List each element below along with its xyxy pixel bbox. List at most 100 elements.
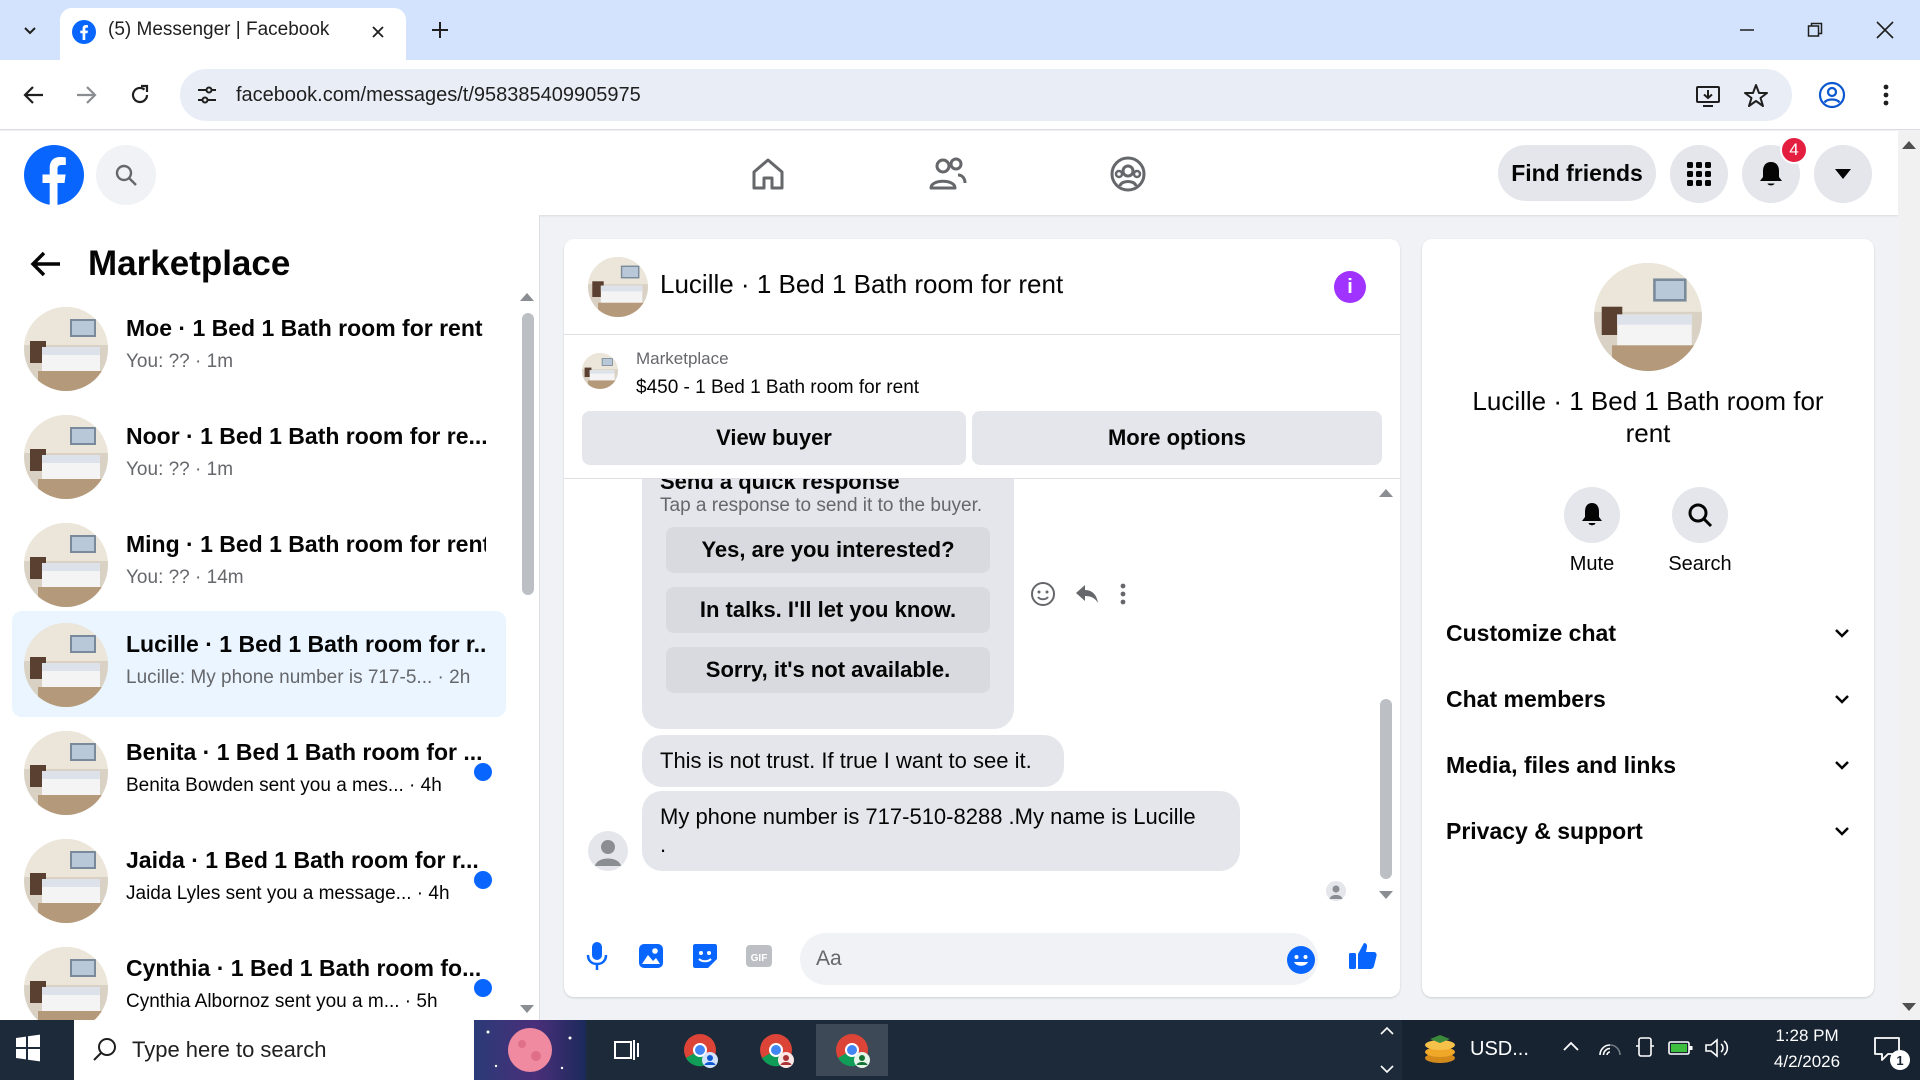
privacy-support-section[interactable]: Privacy & support	[1446, 811, 1850, 851]
site-settings-icon[interactable]	[194, 82, 220, 108]
back-arrow-icon[interactable]	[28, 246, 64, 282]
room-photo-avatar[interactable]	[1594, 263, 1702, 371]
message-bubble[interactable]: This is not trust. If true I want to see…	[642, 735, 1064, 787]
media-files-links-section[interactable]: Media, files and links	[1446, 745, 1850, 785]
volume-icon[interactable]	[1704, 1036, 1730, 1060]
currency-widget-icon[interactable]	[1422, 1034, 1458, 1066]
search-in-chat-button[interactable]: Search	[1650, 487, 1750, 576]
attach-photo-icon[interactable]	[634, 939, 668, 973]
chat-members-section[interactable]: Chat members	[1446, 679, 1850, 719]
page-scrollbar[interactable]	[1898, 131, 1920, 1020]
message-bubble[interactable]: My phone number is 717-510-8288 .My name…	[642, 791, 1240, 871]
tab-search-button[interactable]	[10, 10, 50, 50]
info-icon[interactable]: i	[1334, 271, 1366, 303]
room-photo-avatar[interactable]	[588, 257, 648, 317]
customize-chat-section[interactable]: Customize chat	[1446, 613, 1850, 653]
conversation-item[interactable]: Benita · 1 Bed 1 Bath room for ... Benit…	[12, 719, 506, 825]
clock-time[interactable]: 1:28 PM	[1752, 1026, 1862, 1046]
tab-close-icon[interactable]	[366, 20, 390, 44]
taskbar-search-box[interactable]: Type here to search	[74, 1020, 586, 1080]
currency-ticker[interactable]: USD...	[1470, 1038, 1529, 1061]
conversation-item[interactable]: Jaida · 1 Bed 1 Bath room for r... Jaida…	[12, 827, 506, 933]
react-emoji-icon[interactable]	[1030, 581, 1056, 607]
sticker-icon[interactable]	[688, 939, 722, 973]
home-icon[interactable]	[740, 149, 796, 199]
more-actions-icon[interactable]	[1120, 583, 1126, 605]
show-hidden-icons-icon[interactable]	[1562, 1040, 1580, 1052]
conversation-item[interactable]: Moe · 1 Bed 1 Bath room for rent You: ??…	[12, 295, 506, 401]
back-arrow-icon[interactable]	[14, 75, 54, 115]
device-icon[interactable]	[1634, 1036, 1656, 1060]
restore-icon[interactable]	[1790, 12, 1840, 48]
friends-icon[interactable]	[920, 149, 976, 199]
sender-avatar[interactable]	[588, 831, 628, 871]
reload-icon[interactable]	[120, 75, 160, 115]
conversation-name: Noor · 1 Bed 1 Bath room for re...	[126, 423, 486, 449]
more-options-button[interactable]: More options	[972, 411, 1382, 465]
listing-label: Marketplace	[636, 349, 729, 368]
close-window-icon[interactable]	[1860, 12, 1910, 48]
chrome-taskbar-icon[interactable]	[740, 1024, 812, 1076]
task-view-icon[interactable]	[590, 1024, 662, 1076]
message-input[interactable]: Aa	[800, 933, 1318, 985]
clock-date[interactable]: 4/2/2026	[1752, 1052, 1862, 1072]
mute-button[interactable]: Mute	[1542, 487, 1642, 576]
facebook-logo-icon[interactable]	[24, 145, 84, 205]
conversation-item[interactable]: Noor · 1 Bed 1 Bath room for re... You: …	[12, 403, 506, 509]
quick-response-option[interactable]: In talks. I'll let you know.	[666, 587, 990, 633]
scroll-up-arrow-icon[interactable]	[1379, 489, 1393, 497]
conversation-item[interactable]: Ming · 1 Bed 1 Bath room for rent You: ?…	[12, 511, 506, 617]
quick-response-option[interactable]: Yes, are you interested?	[666, 527, 990, 573]
scroll-down-arrow-icon[interactable]	[1379, 891, 1393, 899]
tab-title: (5) Messenger | Facebook	[108, 19, 330, 40]
scroll-down-arrow-icon[interactable]	[1902, 1003, 1916, 1011]
listing-thumbnail	[582, 353, 618, 389]
conversation-preview: You: ?? · 1m	[126, 459, 234, 480]
conversation-name: Moe · 1 Bed 1 Bath room for rent	[126, 315, 483, 341]
chat-title[interactable]: Lucille · 1 Bed 1 Bath room for rent	[660, 269, 1063, 300]
new-tab-icon[interactable]	[424, 14, 456, 46]
address-bar[interactable]: facebook.com/messages/t/958385409905975	[180, 69, 1792, 121]
account-dropdown-icon[interactable]	[1814, 145, 1872, 203]
bookmark-star-icon[interactable]	[1742, 82, 1770, 110]
conversation-item[interactable]: Cynthia · 1 Bed 1 Bath room fo... Cynthi…	[12, 935, 506, 1020]
message-thread: Send a quick response Tap a response to …	[564, 479, 1400, 909]
room-photo-avatar	[24, 947, 108, 1020]
groups-icon[interactable]	[1100, 149, 1156, 199]
reply-icon[interactable]	[1074, 582, 1100, 606]
listing-price[interactable]: $450 - 1 Bed 1 Bath room for rent	[636, 377, 919, 399]
forward-arrow-icon[interactable]	[66, 75, 106, 115]
chrome-taskbar-icon-active[interactable]	[816, 1024, 888, 1076]
scroll-up-arrow-icon[interactable]	[1902, 141, 1916, 149]
menu-grid-icon[interactable]	[1670, 145, 1728, 203]
search-highlight-image[interactable]	[474, 1020, 586, 1080]
view-buyer-button[interactable]: View buyer	[582, 411, 966, 465]
install-app-icon[interactable]	[1694, 82, 1722, 110]
wifi-icon[interactable]	[1598, 1036, 1622, 1058]
message-scrollbar[interactable]	[1380, 699, 1392, 879]
conversation-item[interactable]: Lucille · 1 Bed 1 Bath room for r... Luc…	[12, 611, 506, 717]
scroll-down-arrow-icon[interactable]	[520, 1005, 534, 1013]
room-photo-avatar	[24, 523, 108, 607]
tab-messenger[interactable]: (5) Messenger | Facebook	[60, 8, 406, 60]
emoji-icon[interactable]	[1286, 945, 1316, 975]
minimize-icon[interactable]	[1722, 12, 1772, 48]
scroll-up-arrow-icon[interactable]	[520, 293, 534, 301]
facebook-search-icon[interactable]	[96, 145, 156, 205]
taskbar-scroll-down-icon[interactable]	[1380, 1064, 1394, 1074]
thumbs-up-icon[interactable]	[1346, 939, 1380, 973]
find-friends-button[interactable]: Find friends	[1498, 145, 1656, 201]
quick-response-option[interactable]: Sorry, it's not available.	[666, 647, 990, 693]
chrome-taskbar-icon[interactable]	[664, 1024, 736, 1076]
battery-icon[interactable]	[1668, 1038, 1694, 1058]
voice-clip-icon[interactable]	[580, 939, 614, 973]
conversation-list-scrollbar[interactable]	[522, 313, 534, 595]
kebab-menu-icon[interactable]	[1866, 75, 1906, 115]
conversation-preview: Lucille: My phone number is 717-5... · 2…	[126, 667, 471, 688]
windows-taskbar: Type here to search USD... 1:28 PM 4/2/2…	[0, 1020, 1920, 1080]
quick-response-card: Send a quick response Tap a response to …	[642, 479, 1014, 729]
profile-icon[interactable]	[1812, 75, 1852, 115]
taskbar-scroll-up-icon[interactable]	[1380, 1026, 1394, 1036]
windows-start-icon[interactable]	[14, 1034, 46, 1066]
gif-icon[interactable]: GIF	[742, 939, 776, 973]
